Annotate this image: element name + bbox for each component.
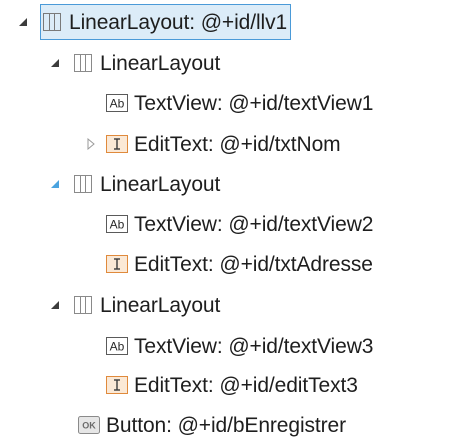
textview-icon: Ab [106, 214, 128, 234]
expanded-arrow-icon[interactable] [48, 298, 62, 312]
tree-item-label: EditText: @+id/editText3 [134, 373, 358, 397]
tree-item-label: LinearLayout: @+id/llv1 [69, 10, 288, 34]
tree-item-edittext3[interactable]: EditText: @+id/editText3 [106, 367, 358, 403]
linear-layout-icon [41, 12, 63, 32]
tree-item-linearlayout-3[interactable]: LinearLayout [48, 287, 220, 323]
tree-item-textview3[interactable]: Ab TextView: @+id/textView3 [106, 328, 373, 364]
svg-text:Ab: Ab [110, 340, 125, 354]
collapsed-arrow-icon[interactable] [84, 137, 98, 151]
tree-item-label: Button: @+id/bEnregistrer [106, 413, 347, 437]
linear-layout-icon [72, 53, 94, 73]
tree-item-txtnom[interactable]: EditText: @+id/txtNom [84, 126, 341, 162]
tree-item-linearlayout-1[interactable]: LinearLayout [48, 45, 220, 81]
tree-item-root-selection[interactable]: LinearLayout: @+id/llv1 [40, 4, 292, 40]
tree-item-label: TextView: @+id/textView3 [134, 334, 374, 358]
svg-text:Ab: Ab [110, 218, 125, 232]
textview-icon: Ab [106, 93, 128, 113]
tree-item-linearlayout-2[interactable]: LinearLayout [48, 166, 220, 202]
tree-item-label: LinearLayout [100, 293, 221, 317]
tree-item-label: LinearLayout [100, 172, 221, 196]
tree-item-label: EditText: @+id/txtAdresse [134, 252, 373, 276]
edittext-icon [106, 254, 128, 274]
svg-text:OK: OK [82, 421, 96, 431]
outline-tree: LinearLayout: @+id/llv1 LinearLayout Ab … [0, 0, 460, 446]
expanded-arrow-icon[interactable] [48, 177, 62, 191]
linear-layout-icon [72, 174, 94, 194]
edittext-icon [106, 375, 128, 395]
expanded-arrow-icon[interactable] [16, 15, 30, 29]
expanded-arrow-icon[interactable] [48, 56, 62, 70]
tree-item-benregistrer[interactable]: OK Button: @+id/bEnregistrer [78, 407, 346, 443]
button-icon: OK [78, 415, 100, 435]
linear-layout-icon [72, 295, 94, 315]
textview-icon: Ab [106, 336, 128, 356]
tree-item-textview2[interactable]: Ab TextView: @+id/textView2 [106, 206, 373, 242]
svg-text:Ab: Ab [110, 97, 125, 111]
tree-item-txtadresse[interactable]: EditText: @+id/txtAdresse [106, 246, 373, 282]
tree-item-root[interactable]: LinearLayout: @+id/llv1 [16, 4, 292, 40]
tree-item-label: EditText: @+id/txtNom [134, 132, 341, 156]
tree-item-label: LinearLayout [100, 51, 221, 75]
tree-item-textview1[interactable]: Ab TextView: @+id/textView1 [106, 85, 373, 121]
tree-item-label: TextView: @+id/textView2 [134, 212, 374, 236]
tree-item-label: TextView: @+id/textView1 [134, 91, 374, 115]
edittext-icon [106, 134, 128, 154]
